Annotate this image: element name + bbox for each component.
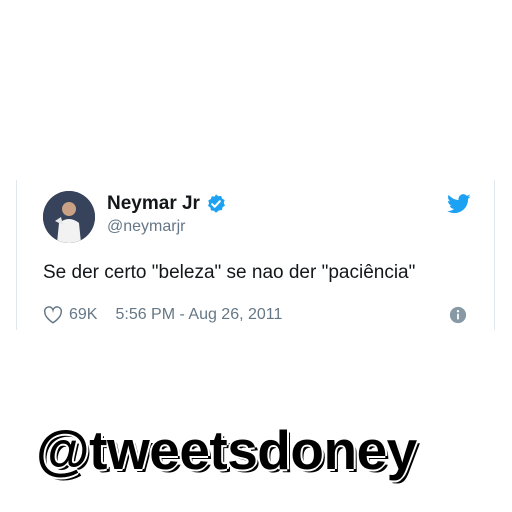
author-name[interactable]: Neymar Jr xyxy=(107,193,200,215)
tweet-text: Se der certo "beleza" se nao der "paciên… xyxy=(43,262,416,283)
tweet-card[interactable]: Neymar Jr @neymarjr Se der certo "beleza… xyxy=(16,180,495,330)
like-count[interactable]: 69K xyxy=(69,306,97,324)
watermark: @tweetsdoney xyxy=(36,419,417,481)
info-icon[interactable] xyxy=(449,306,467,324)
twitter-bird-icon[interactable] xyxy=(447,193,471,215)
author-handle[interactable]: @neymarjr xyxy=(107,218,185,236)
heart-icon[interactable] xyxy=(43,306,63,324)
verified-badge-icon xyxy=(208,194,225,213)
avatar-image xyxy=(43,191,95,243)
tweet-timestamp[interactable]: 5:56 PM - Aug 26, 2011 xyxy=(115,306,282,324)
tweet-meta: 69K 5:56 PM - Aug 26, 2011 xyxy=(43,304,282,326)
avatar[interactable] xyxy=(43,191,95,243)
